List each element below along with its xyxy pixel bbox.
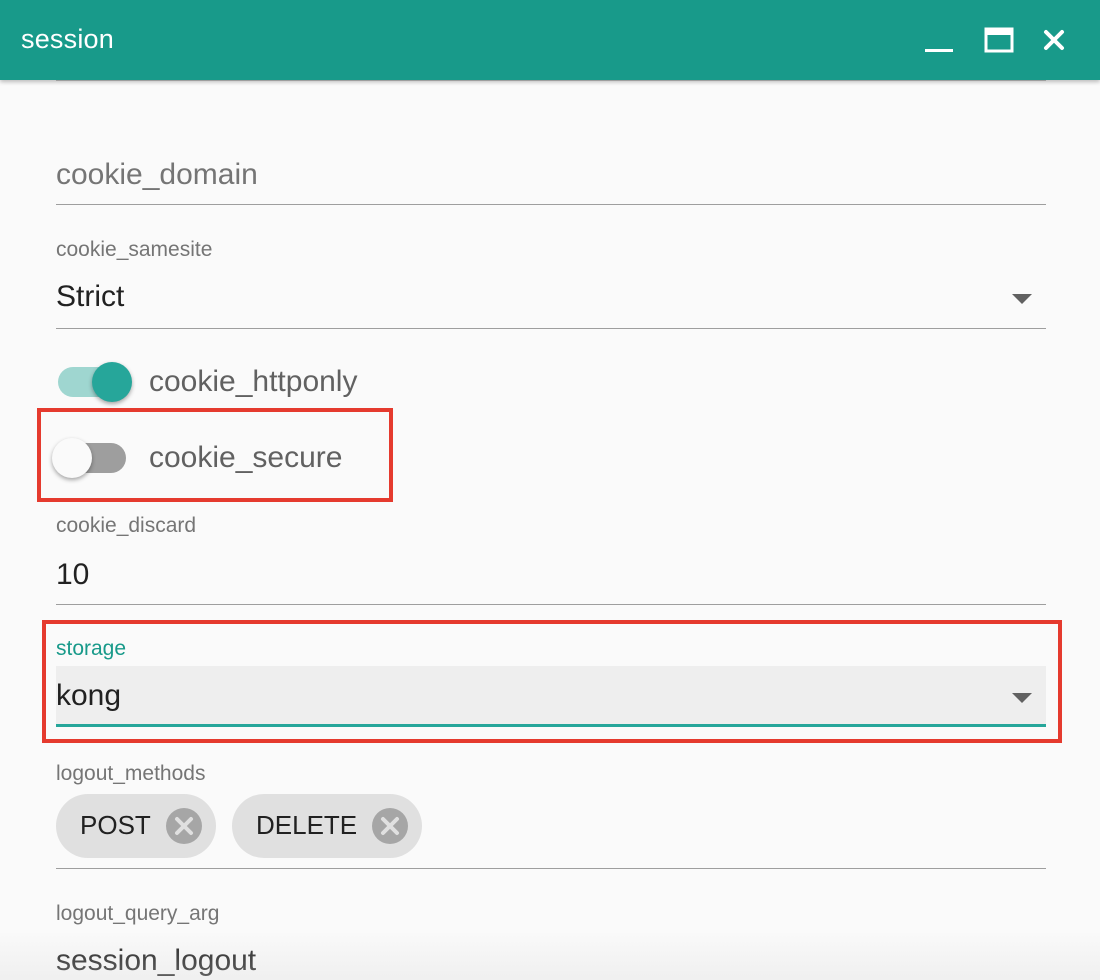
toggle-thumb	[92, 362, 132, 402]
section-divider	[56, 80, 1046, 81]
minimize-icon	[925, 49, 953, 52]
cookie-secure-highlight	[37, 408, 393, 502]
chip-label: DELETE	[256, 810, 358, 840]
chip-remove-button[interactable]	[166, 808, 202, 844]
cookie-domain-field[interactable]: cookie_domain	[56, 150, 1046, 210]
minimize-button[interactable]	[919, 20, 959, 60]
maximize-icon	[984, 27, 1014, 53]
chevron-down-icon	[1012, 294, 1032, 304]
maximize-button[interactable]	[979, 20, 1019, 60]
cookie-samesite-label: cookie_samesite	[56, 238, 213, 261]
close-button[interactable]	[1034, 20, 1074, 60]
chip-delete[interactable]: DELETE	[232, 794, 422, 858]
logout-query-arg-value: session_logout	[56, 944, 257, 977]
logout-methods-underline	[56, 868, 1046, 869]
window-title: session	[21, 24, 114, 54]
logout-query-arg-field[interactable]: logout_query_arg session_logout	[56, 900, 1046, 980]
cookie-discard-label: cookie_discard	[56, 514, 197, 537]
logout-query-arg-label: logout_query_arg	[56, 902, 220, 925]
logout-methods-label: logout_methods	[56, 762, 206, 785]
cookie-discard-field[interactable]: cookie_discard 10	[56, 512, 1046, 608]
cookie-httponly-toggle[interactable]: cookie_httponly	[56, 358, 456, 406]
chip-label: POST	[80, 810, 151, 840]
chip-remove-button[interactable]	[372, 808, 408, 844]
close-icon	[381, 817, 399, 835]
cookie-samesite-value: Strict	[56, 280, 125, 313]
close-icon	[175, 817, 193, 835]
close-icon	[1044, 30, 1064, 50]
cookie-samesite-select[interactable]: cookie_samesite Strict	[56, 236, 1046, 332]
cookie-discard-underline	[56, 604, 1046, 605]
chip-post[interactable]: POST	[56, 794, 216, 858]
cookie-samesite-underline	[56, 328, 1046, 329]
cookie-domain-placeholder: cookie_domain	[56, 158, 258, 191]
cookie-discard-value: 10	[56, 558, 90, 591]
cookie-domain-underline	[56, 204, 1046, 205]
cookie-httponly-label: cookie_httponly	[149, 365, 358, 398]
storage-highlight	[42, 620, 1062, 743]
window-titlebar: session	[0, 0, 1100, 80]
